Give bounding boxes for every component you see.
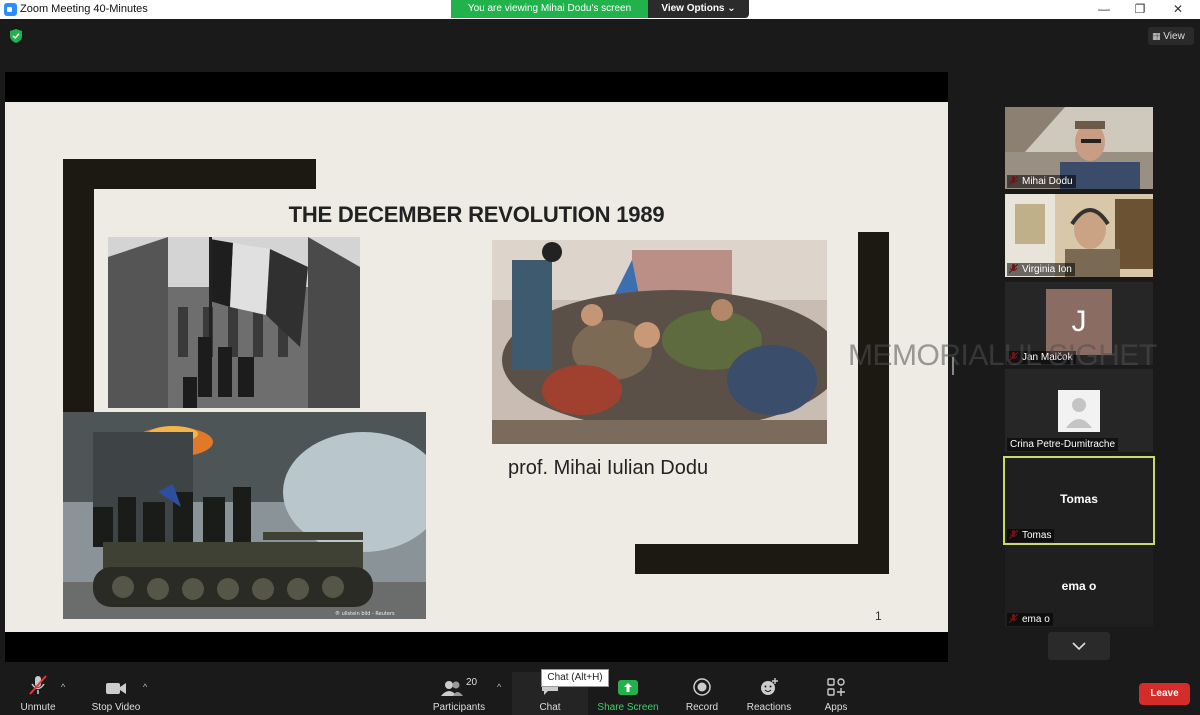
muted-mic-icon <box>29 675 47 695</box>
grid-icon: ▦ <box>1152 31 1161 41</box>
photo-tank: ® ullstein bild - Reuters <box>63 412 426 619</box>
video-options-caret[interactable]: ^ <box>143 682 147 692</box>
participants-options-caret[interactable]: ^ <box>497 682 501 692</box>
record-icon <box>693 678 711 696</box>
chevron-down-icon <box>1072 642 1086 651</box>
slide-frame-top <box>63 159 316 189</box>
maximize-button[interactable]: ❐ <box>1122 0 1158 19</box>
participants-count: 20 <box>465 677 478 688</box>
slide-frame-right <box>858 232 889 572</box>
title-bar: Zoom Meeting 40-Minutes You are viewing … <box>0 0 1200 19</box>
photo-credit: ® ullstein bild - Reuters <box>335 610 395 617</box>
participant-name: ema o <box>1007 613 1053 626</box>
viewing-screen-banner: You are viewing Mihai Dodu's screen <box>451 0 648 18</box>
watermark-text: MEMORIALUL SIGHET <box>848 339 1157 372</box>
view-layout-button[interactable]: ▦ View <box>1148 27 1194 45</box>
view-options-button[interactable]: View Options ⌄ <box>648 0 749 18</box>
smiley-plus-icon <box>761 678 778 695</box>
share-screen-label: Share Screen <box>597 702 659 713</box>
stop-video-label: Stop Video <box>91 702 141 713</box>
record-label: Record <box>685 702 719 713</box>
participant-display-name: ema o <box>1061 579 1097 593</box>
share-screen-icon <box>618 680 638 695</box>
reactions-label: Reactions <box>746 702 792 713</box>
participants-button[interactable]: 20 Participants <box>428 672 490 713</box>
record-button[interactable]: Record <box>680 672 724 713</box>
participant-tile[interactable]: ema o ema o <box>1005 545 1153 627</box>
apps-icon <box>827 678 845 696</box>
participant-tile[interactable]: Mihai Dodu <box>1005 107 1153 189</box>
participant-name: Tomas <box>1007 529 1055 542</box>
reactions-button[interactable]: Reactions <box>742 672 796 713</box>
zoom-app-icon <box>4 3 17 16</box>
chat-label: Chat <box>539 702 561 713</box>
shared-screen: THE DECEMBER REVOLUTION 1989 ® ullstein … <box>5 72 948 662</box>
participant-name: Virginia Ion <box>1007 263 1075 276</box>
participant-name: Crina Petre-Dumitrache <box>1007 438 1119 451</box>
view-options-label: View Options <box>661 3 725 14</box>
participants-icon <box>440 681 463 696</box>
participant-tile[interactable]: Virginia Ion <box>1005 194 1153 277</box>
scroll-participants-down-button[interactable] <box>1048 632 1110 660</box>
view-button-label: View <box>1163 31 1185 42</box>
chat-tooltip: Chat (Alt+H) <box>541 669 609 687</box>
apps-button[interactable]: Apps <box>818 672 854 713</box>
close-button[interactable]: ✕ <box>1160 0 1196 19</box>
photo-crowd <box>492 240 827 444</box>
resize-handle[interactable] <box>952 357 954 375</box>
leave-button[interactable]: Leave <box>1139 683 1190 705</box>
avatar <box>1058 390 1100 432</box>
participant-tile-active-speaker[interactable]: Tomas Tomas <box>1003 456 1155 545</box>
participants-label: Participants <box>432 702 486 713</box>
slide-title: THE DECEMBER REVOLUTION 1989 <box>288 202 665 227</box>
unmute-label: Unmute <box>20 702 56 713</box>
audio-options-caret[interactable]: ^ <box>61 682 65 692</box>
slide-frame-bottom <box>635 544 889 574</box>
participant-display-name: Tomas <box>1060 492 1098 506</box>
chevron-down-icon: ⌄ <box>727 3 736 14</box>
unmute-button[interactable]: Unmute <box>14 672 62 713</box>
participant-name: Mihai Dodu <box>1007 175 1076 188</box>
minimize-button[interactable]: — <box>1086 0 1122 19</box>
slide-page-number: 1 <box>875 609 882 623</box>
apps-label: Apps <box>824 702 848 713</box>
photo-flag-building <box>108 237 360 408</box>
participant-tile[interactable]: Crina Petre-Dumitrache <box>1005 369 1153 452</box>
presentation-slide: THE DECEMBER REVOLUTION 1989 ® ullstein … <box>5 102 948 632</box>
shield-icon[interactable] <box>10 29 22 43</box>
slide-author: prof. Mihai Iulian Dodu <box>508 457 709 479</box>
window-title: Zoom Meeting 40-Minutes <box>20 3 148 15</box>
video-camera-icon <box>106 683 126 694</box>
stop-video-button[interactable]: Stop Video <box>88 672 144 713</box>
